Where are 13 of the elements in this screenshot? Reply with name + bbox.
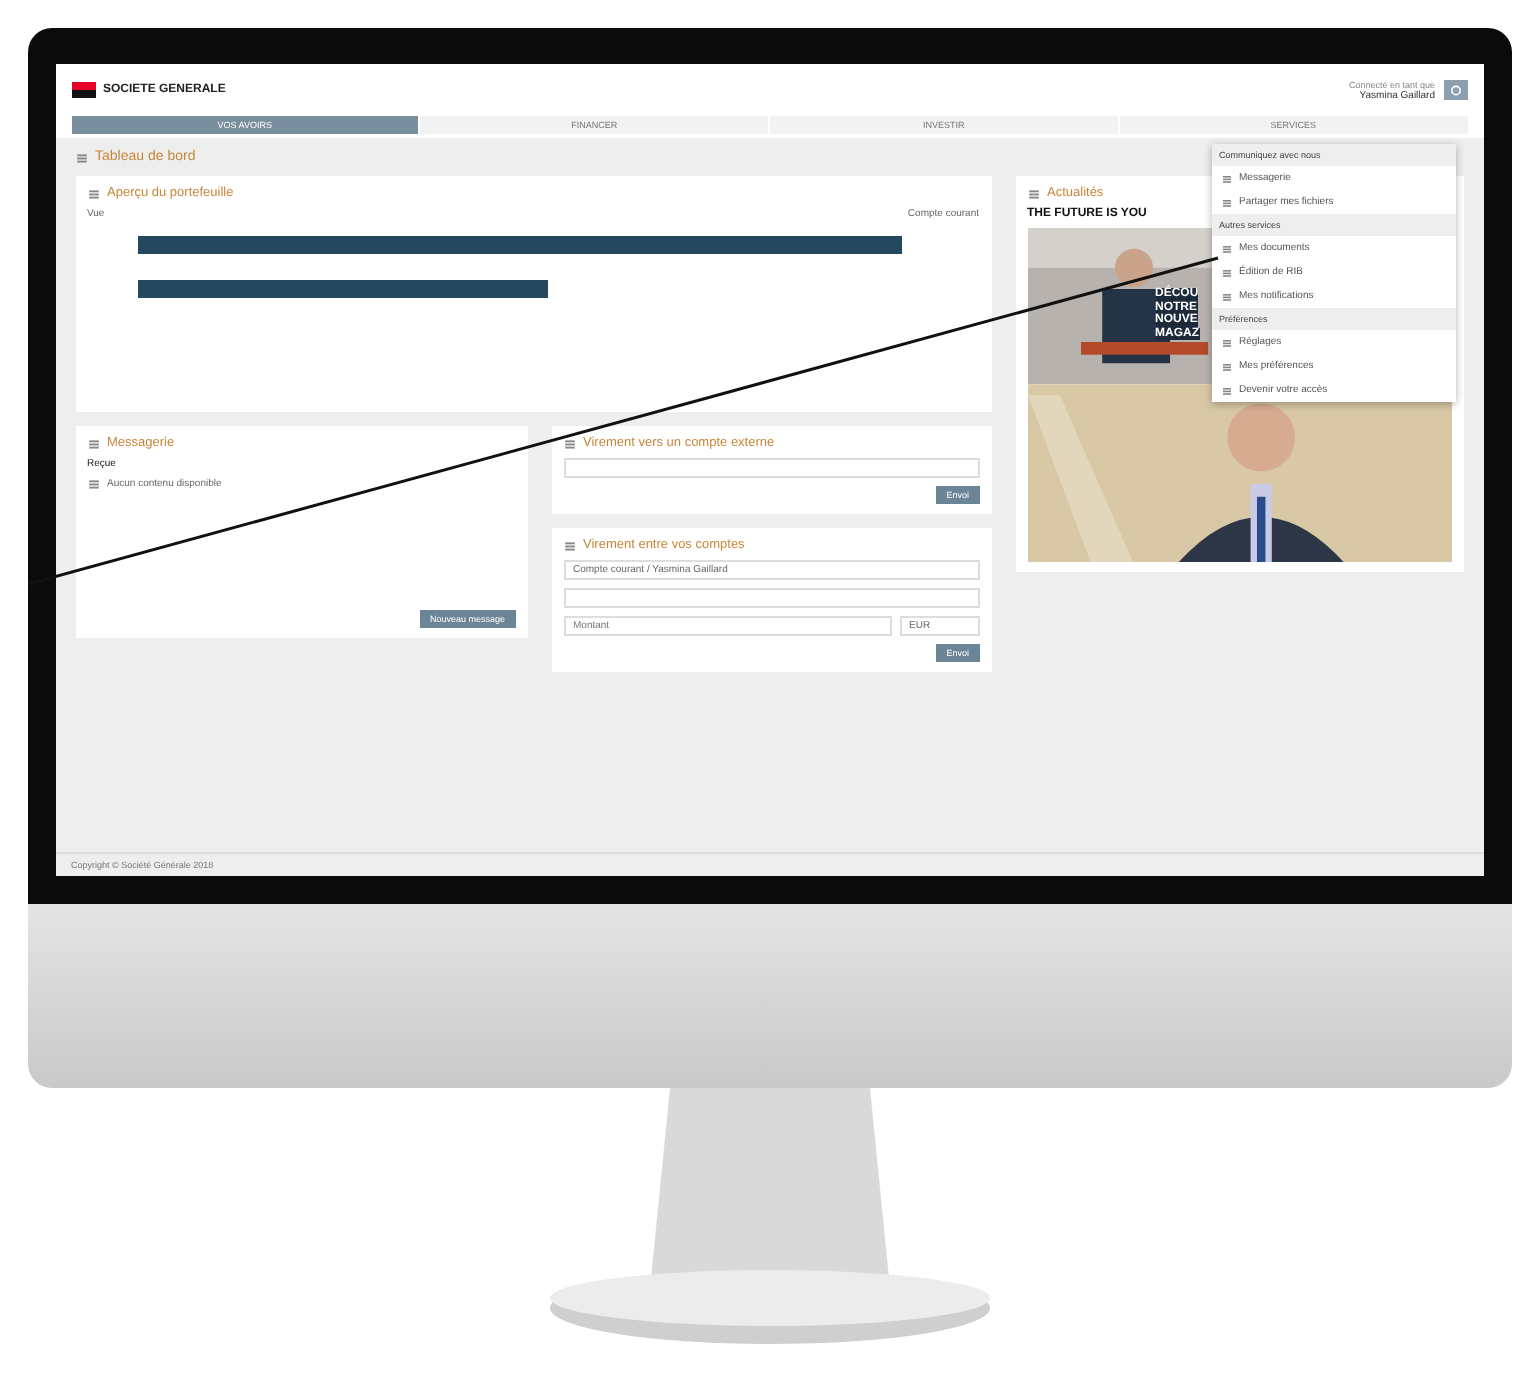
list-icon: [1221, 361, 1231, 371]
logo-icon: [71, 82, 95, 98]
list-icon: [1221, 267, 1231, 277]
list-icon: [1221, 337, 1231, 347]
list-icon: [1221, 385, 1231, 395]
list-icon: [1221, 197, 1231, 207]
list-icon: [1221, 243, 1231, 253]
list-icon: [1221, 291, 1231, 301]
power-icon: [1449, 84, 1461, 96]
logout-button[interactable]: [1443, 80, 1467, 100]
recipient-field[interactable]: [563, 458, 979, 478]
list-icon: [1221, 173, 1231, 183]
target-select[interactable]: [563, 588, 979, 608]
